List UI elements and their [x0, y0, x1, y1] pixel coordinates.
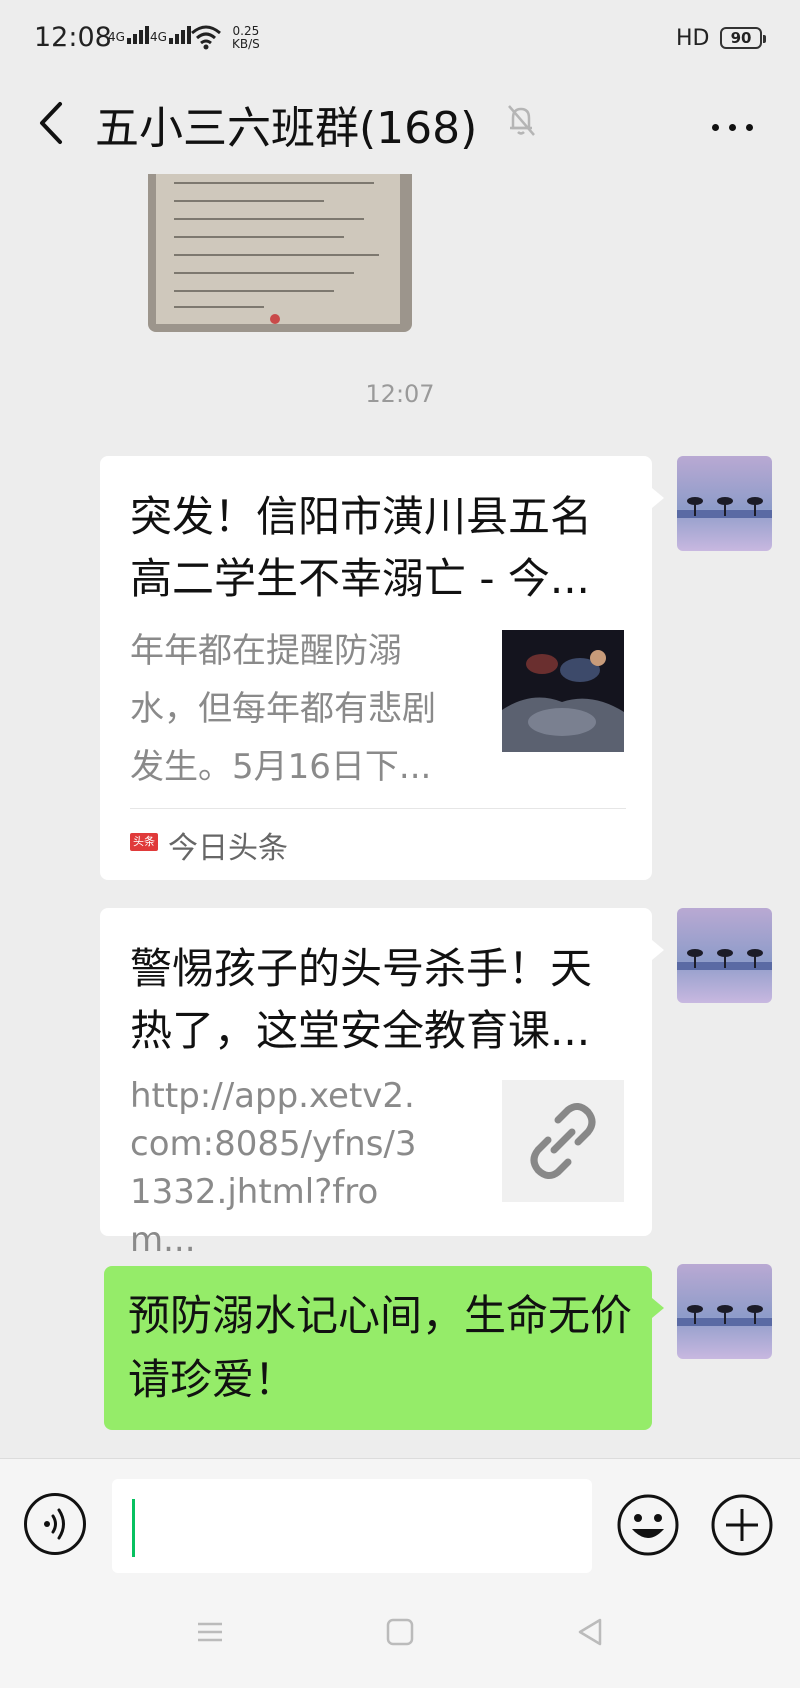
avatar-palm-trees-image — [677, 456, 772, 551]
chat-header: 五小三六班群(168) — [0, 82, 800, 174]
speed-unit: KB/S — [232, 37, 260, 51]
message-input[interactable] — [112, 1479, 592, 1573]
mute-bell-icon — [508, 105, 535, 136]
system-navigation-bar — [0, 1578, 800, 1688]
menu-icon[interactable] — [194, 1616, 226, 1648]
back-arrow-icon[interactable] — [32, 98, 72, 148]
text-caret — [132, 1499, 135, 1557]
link-icon — [530, 1103, 596, 1179]
news-thumbnail — [502, 630, 624, 752]
link-placeholder — [502, 1080, 624, 1202]
source-name: 今日头条 — [168, 831, 288, 866]
network-type-label: 4G — [108, 30, 125, 44]
emoji-button-icon[interactable] — [616, 1493, 680, 1557]
link-card-news[interactable]: 突发！信阳市潢川县五名高二学生不幸溺亡 - 今... 年年都在提醒防溺水，但每年… — [100, 456, 664, 880]
cellular-signal-icon-2: 4G — [150, 26, 193, 44]
chat-messages[interactable]: 12:07 突发！信阳市潢川县五名高二学生不幸溺亡 - 今... 年年都在提醒防… — [0, 174, 800, 1458]
avatar[interactable] — [677, 908, 772, 1003]
card-url: http://app.xetv2.com:8085/yfns/31332.jht… — [130, 1076, 417, 1260]
network-speed: 0.25 KB/S — [232, 25, 260, 51]
network-type-label: 4G — [150, 30, 167, 44]
text-message[interactable]: 预防溺水记心间，生命无价请珍爱！ — [104, 1266, 664, 1430]
hd-indicator: HD — [676, 26, 710, 51]
link-card-article[interactable]: 警惕孩子的头号杀手！天热了，这堂安全教育课... http://app.xetv… — [100, 908, 664, 1260]
message-timestamp: 12:07 — [365, 380, 435, 408]
home-icon[interactable] — [384, 1616, 416, 1648]
add-more-button-icon[interactable] — [710, 1493, 774, 1557]
card-source: 头条 今日头条 — [130, 808, 626, 869]
image-message[interactable] — [148, 174, 412, 332]
status-bar: 12:08 4G 4G 0.25 KB/S HD 90 — [0, 0, 800, 82]
homework-photo — [156, 174, 400, 324]
voice-icon — [44, 1508, 65, 1540]
wifi-icon — [191, 25, 221, 50]
card-description: 年年都在提醒防溺水，但每年都有悲剧发生。5月16日下... — [130, 631, 436, 787]
avatar[interactable] — [677, 456, 772, 551]
card-title: 警惕孩子的头号杀手！天热了，这堂安全教育课... — [130, 944, 593, 1055]
avatar-palm-trees-image — [677, 908, 772, 1003]
avatar-palm-trees-image — [677, 1264, 772, 1359]
more-options-button[interactable] — [708, 106, 758, 146]
chat-title: 五小三六班群(168) — [95, 103, 478, 154]
card-title: 突发！信阳市潢川县五名高二学生不幸溺亡 - 今... — [130, 492, 593, 603]
message-text: 预防溺水记心间，生命无价请珍爱！ — [128, 1291, 633, 1404]
back-triangle-icon[interactable] — [574, 1616, 606, 1648]
voice-input-button[interactable] — [24, 1493, 86, 1555]
battery-icon: 90 — [720, 27, 766, 49]
avatar[interactable] — [677, 1264, 772, 1359]
input-bar — [0, 1458, 800, 1579]
cellular-signal-icon-1: 4G — [108, 26, 151, 44]
clock: 12:08 — [34, 22, 112, 53]
toutiao-logo-icon: 头条 — [130, 833, 158, 851]
